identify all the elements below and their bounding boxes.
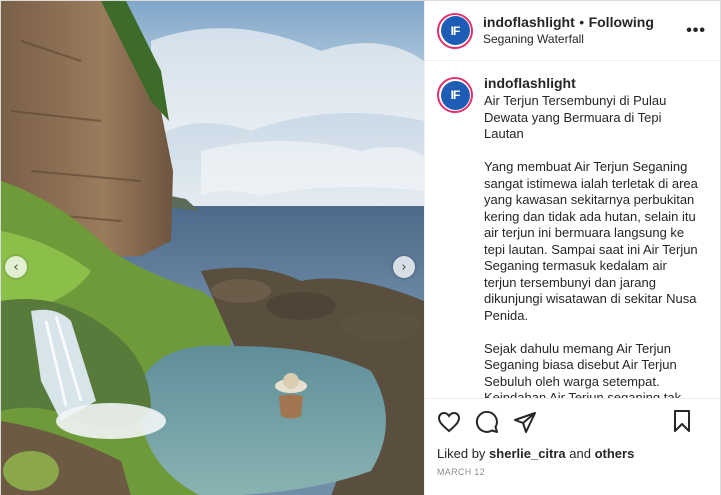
caption-username-link[interactable]: indoflashlight [484, 75, 699, 91]
caption-area: IF indoflashlight Air Terjun Tersembunyi… [425, 61, 720, 398]
previous-photo-button[interactable]: ‹ [5, 256, 27, 278]
waterfall-photo-illustration [1, 1, 424, 495]
post-date[interactable]: MARCH 12 [437, 467, 708, 477]
avatar-logo: IF [440, 16, 470, 45]
header-separator: • [579, 14, 585, 30]
liked-user-link[interactable]: sherlie_citra [489, 446, 566, 461]
share-icon[interactable] [513, 410, 537, 434]
post-side-panel: IF indoflashlight • Following Seganing W… [424, 1, 720, 495]
liked-prefix: Liked by [437, 446, 490, 461]
more-options-icon[interactable]: ••• [686, 23, 706, 39]
caption-paragraph: Air Terjun Tersembunyi di Pulau Dewata y… [484, 93, 667, 141]
post-header: IF indoflashlight • Following Seganing W… [425, 1, 720, 61]
next-photo-button[interactable]: › [393, 256, 415, 278]
liked-and: and [565, 446, 595, 461]
avatar-initials: IF [450, 23, 461, 38]
caption-paragraph: Sejak dahulu memang Air Terjun Seganing … [484, 340, 682, 399]
liked-others-link[interactable]: others [595, 446, 635, 461]
chevron-left-icon: ‹ [13, 259, 19, 275]
caption-avatar-logo: IF [440, 80, 470, 110]
caption-body: indoflashlight Air Terjun Tersembunyi di… [484, 75, 699, 398]
post-actions: Liked by sherlie_citra and others MARCH … [425, 398, 720, 495]
caption-avatar[interactable]: IF [437, 77, 473, 113]
bookmark-icon[interactable] [670, 409, 694, 433]
caption-avatar-initials: IF [450, 88, 461, 102]
header-text: indoflashlight • Following Seganing Wate… [483, 14, 654, 47]
avatar[interactable]: IF [437, 12, 473, 49]
heart-icon[interactable] [437, 410, 461, 434]
following-button[interactable]: Following [589, 14, 654, 30]
likes-summary: Liked by sherlie_citra and others [437, 445, 708, 463]
comment-icon[interactable] [475, 410, 499, 434]
caption-paragraph: Yang membuat Air Terjun Seganing sangat … [484, 159, 698, 323]
instagram-post: ‹ › IF indoflashlight • Following Segani… [0, 0, 721, 495]
chevron-right-icon: › [401, 259, 407, 275]
post-photo[interactable]: ‹ › [1, 1, 424, 495]
header-username-link[interactable]: indoflashlight [483, 14, 575, 30]
location-link[interactable]: Seganing Waterfall [483, 31, 654, 47]
action-icons [437, 407, 708, 437]
